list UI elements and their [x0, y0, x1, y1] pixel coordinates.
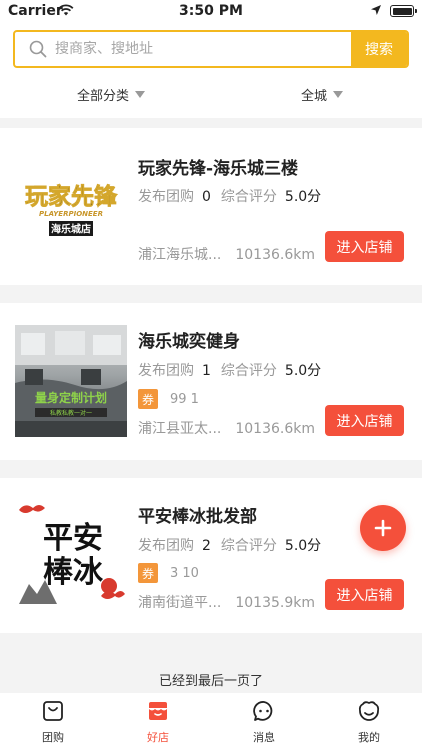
address-text: 浦江海乐城...	[138, 247, 222, 263]
logo-badge-text: 海乐城店	[51, 223, 91, 236]
distance-text: 10135.9km	[235, 595, 315, 611]
enter-shop-button[interactable]: 进入店铺	[325, 405, 404, 436]
address-text: 浦江县亚太...	[138, 421, 222, 437]
filter-bar: 全部分类 全城	[0, 80, 422, 116]
published-count: 0	[202, 189, 211, 205]
tab-profile[interactable]: 我的	[339, 699, 399, 745]
search-bar: 搜索	[13, 30, 409, 68]
shop-card[interactable]: 平安 棒冰 平安棒冰批发部 发布团购 2 综合评分 5.0分 券 3 10 浦南街道平…	[0, 478, 422, 633]
triangle-down-icon	[135, 91, 146, 98]
published-label: 发布团购	[138, 189, 194, 205]
search-button[interactable]: 搜索	[351, 32, 407, 66]
rating-label: 综合评分	[220, 363, 277, 379]
shop-name: 平安棒冰批发部	[138, 507, 257, 527]
shop-card[interactable]: 玩家先锋 PLAYERPIONEER 海乐城店 玩家先锋-海乐城三楼 发布团购 0…	[0, 128, 422, 285]
tab-messages[interactable]: 消息	[234, 699, 294, 745]
city-filter[interactable]: 全城	[301, 85, 344, 104]
rating-value: 5.0分	[284, 189, 322, 205]
category-filter[interactable]: 全部分类	[77, 85, 146, 104]
coupon-text: 99 1	[170, 391, 199, 407]
status-bar: Carrier 3:50 PM	[0, 0, 422, 22]
shop-logo: 平安 棒冰	[15, 500, 127, 612]
chat-icon	[253, 701, 273, 721]
logo-sub-text: PLAYERPIONEER	[39, 210, 103, 218]
category-filter-label: 全部分类	[77, 89, 130, 104]
add-button[interactable]	[360, 505, 406, 551]
end-of-list-note: 已经到最后一页了	[158, 674, 263, 689]
coupon-row: 券 99 1	[138, 389, 199, 409]
shop-logo-graphic: 平安 棒冰	[19, 505, 125, 604]
tab-shops[interactable]: 好店	[128, 699, 188, 745]
location-arrow-icon	[371, 5, 381, 15]
shop-icon	[149, 702, 167, 720]
plus-icon	[374, 519, 392, 537]
rating-label: 综合评分	[220, 189, 277, 205]
published-label: 发布团购	[138, 363, 194, 379]
tab-label: 团购	[42, 731, 64, 744]
distance-text: 10136.6km	[235, 247, 315, 263]
rating-value: 5.0分	[284, 538, 322, 554]
header: 搜索 全部分类 全城	[0, 22, 422, 118]
photo-subtext: 私教私教一对一	[50, 409, 92, 417]
shop-stats: 发布团购 0 综合评分 5.0分	[138, 186, 321, 206]
coupon-row: 券 3 10	[138, 563, 199, 583]
enter-shop-button[interactable]: 进入店铺	[325, 231, 404, 262]
shop-logo-graphic: 玩家先锋 PLAYERPIONEER 海乐城店	[25, 183, 118, 236]
coupon-text: 3 10	[170, 565, 199, 581]
shop-address: 浦南街道平... 10135.9km	[138, 592, 315, 612]
logo-line1: 平安	[43, 521, 103, 556]
battery-icon	[390, 5, 417, 17]
rating-label: 综合评分	[220, 538, 277, 554]
tab-group-buy[interactable]: 团购	[23, 699, 83, 745]
logo-line2: 棒冰	[43, 555, 104, 590]
shop-stats: 发布团购 2 综合评分 5.0分	[138, 535, 321, 555]
clock: 3:50 PM	[179, 3, 243, 19]
published-label: 发布团购	[138, 538, 194, 554]
distance-text: 10136.6km	[235, 421, 315, 437]
tab-label: 消息	[253, 731, 275, 744]
bag-icon	[43, 701, 63, 721]
logo-main-text: 玩家先锋	[25, 183, 118, 210]
shop-card[interactable]: 量身定制计划 私教私教一对一 海乐城奕健身 发布团购 1 综合评分 5.0分 券 99…	[0, 303, 422, 460]
shop-address: 浦江海乐城... 10136.6km	[138, 244, 315, 264]
enter-shop-button[interactable]: 进入店铺	[325, 579, 404, 610]
published-count: 2	[202, 538, 211, 554]
face-icon	[358, 701, 380, 721]
tab-bar: 团购 好店 消息 我的	[0, 693, 422, 750]
search-icon	[29, 40, 47, 58]
city-filter-label: 全城	[301, 89, 328, 104]
shop-photo: 量身定制计划 私教私教一对一	[15, 325, 127, 437]
coupon-tag: 券	[138, 563, 158, 583]
search-input[interactable]	[55, 32, 345, 66]
gym-photo: 量身定制计划 私教私教一对一	[15, 325, 127, 437]
tab-label: 好店	[147, 731, 169, 744]
published-count: 1	[202, 363, 211, 379]
shop-stats: 发布团购 1 综合评分 5.0分	[138, 360, 321, 380]
tab-label: 我的	[358, 731, 380, 744]
triangle-down-icon	[333, 91, 344, 98]
rating-value: 5.0分	[284, 363, 322, 379]
shop-logo: 玩家先锋 PLAYERPIONEER 海乐城店	[15, 150, 127, 262]
photo-headline: 量身定制计划	[35, 390, 107, 405]
address-text: 浦南街道平...	[138, 595, 222, 611]
shop-address: 浦江县亚太... 10136.6km	[138, 418, 315, 438]
shop-name: 玩家先锋-海乐城三楼	[138, 159, 299, 179]
coupon-tag: 券	[138, 389, 158, 409]
shop-name: 海乐城奕健身	[138, 332, 240, 352]
